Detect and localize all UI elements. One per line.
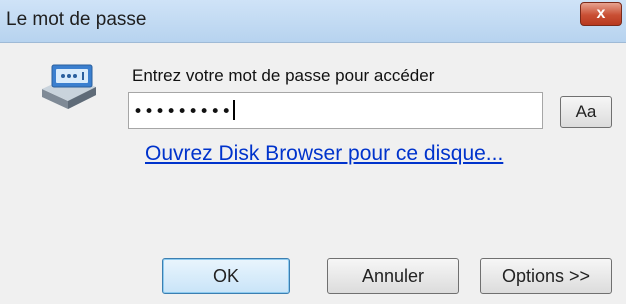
close-icon: x [596,5,606,22]
close-button[interactable]: x [580,2,622,26]
password-prompt: Entrez votre mot de passe pour accéder [132,66,435,85]
password-input[interactable]: ••••••••• [128,92,543,129]
disk-lock-icon [42,64,96,109]
show-characters-button[interactable]: Aa [560,96,612,128]
disk-browser-link[interactable]: Ouvrez Disk Browser pour ce disque... [145,142,503,166]
cancel-button[interactable]: Annuler [327,258,459,294]
password-value: ••••••••• [133,102,233,122]
password-dialog: Le mot de passe x Entrez votre mot de pa… [0,0,626,304]
ok-button[interactable]: OK [162,258,290,294]
title-bar: Le mot de passe x [0,0,626,43]
dialog-title: Le mot de passe [6,9,147,30]
text-caret [233,100,236,120]
options-button[interactable]: Options >> [480,258,612,294]
